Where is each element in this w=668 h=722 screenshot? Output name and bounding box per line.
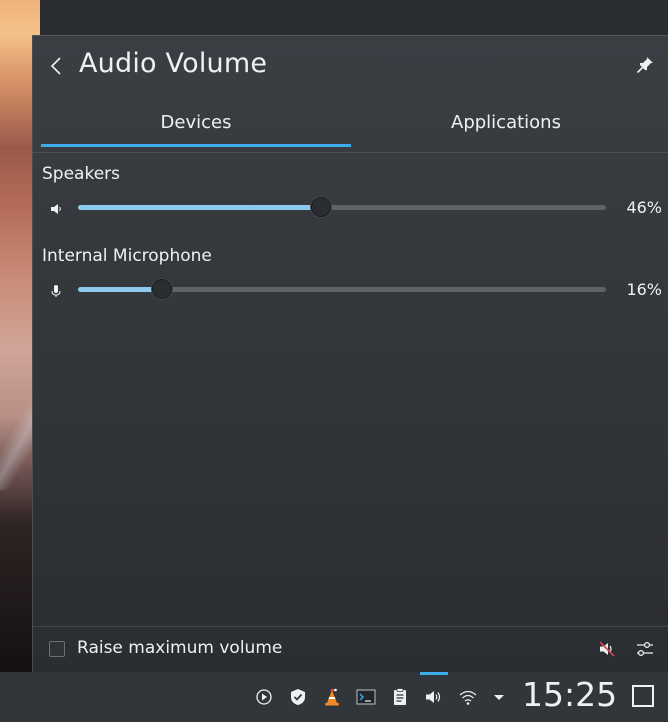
terminal-icon[interactable] bbox=[355, 686, 377, 708]
vlc-cone-icon[interactable] bbox=[321, 686, 343, 708]
raise-max-volume-label[interactable]: Raise maximum volume bbox=[77, 638, 282, 658]
sliders-icon bbox=[637, 641, 653, 657]
active-tray-indicator bbox=[420, 672, 448, 675]
slider-fill bbox=[78, 205, 321, 210]
tab-bar: Devices Applications bbox=[41, 102, 661, 148]
slider-handle[interactable] bbox=[152, 279, 173, 299]
divider bbox=[33, 152, 668, 153]
volume-percent: 16% bbox=[626, 280, 662, 299]
audio-volume-popup: Audio Volume Devices Applications Speake… bbox=[32, 35, 668, 672]
microphone-icon[interactable] bbox=[48, 283, 64, 299]
raise-max-volume-checkbox[interactable] bbox=[49, 641, 65, 657]
divider bbox=[33, 626, 668, 627]
device-name: Internal Microphone bbox=[42, 246, 212, 266]
speakers-volume-slider[interactable] bbox=[78, 197, 606, 217]
wifi-icon[interactable] bbox=[457, 686, 479, 708]
popup-header: Audio Volume bbox=[33, 36, 668, 96]
media-play-icon[interactable] bbox=[253, 686, 275, 708]
microphone-volume-slider[interactable] bbox=[78, 279, 606, 299]
speaker-icon[interactable] bbox=[48, 201, 64, 217]
audio-settings-button[interactable] bbox=[634, 638, 656, 660]
pin-button[interactable] bbox=[634, 54, 656, 76]
chevron-left-icon bbox=[50, 57, 61, 75]
mute-button[interactable] bbox=[596, 638, 618, 660]
device-speakers: Speakers 46% bbox=[42, 164, 662, 224]
back-button[interactable] bbox=[45, 52, 67, 80]
muted-speaker-icon bbox=[599, 641, 615, 657]
tab-devices[interactable]: Devices bbox=[41, 102, 351, 146]
active-tab-indicator bbox=[41, 144, 351, 147]
popup-footer: Raise maximum volume bbox=[33, 628, 668, 672]
volume-icon[interactable] bbox=[423, 686, 445, 708]
device-name: Speakers bbox=[42, 164, 121, 184]
shield-check-icon[interactable] bbox=[287, 686, 309, 708]
tab-applications[interactable]: Applications bbox=[351, 102, 661, 146]
digital-clock[interactable]: 15:25 bbox=[522, 675, 617, 714]
device-internal-microphone: Internal Microphone 16% bbox=[42, 246, 662, 306]
popup-title: Audio Volume bbox=[79, 48, 268, 79]
taskbar: 15:25 bbox=[0, 672, 668, 722]
clipboard-icon[interactable] bbox=[389, 686, 411, 708]
volume-percent: 46% bbox=[626, 198, 662, 217]
show-desktop-button[interactable] bbox=[632, 685, 654, 707]
slider-fill bbox=[78, 287, 163, 292]
pin-icon bbox=[636, 57, 653, 74]
expand-arrow-icon[interactable] bbox=[488, 686, 510, 708]
slider-handle[interactable] bbox=[310, 197, 331, 217]
